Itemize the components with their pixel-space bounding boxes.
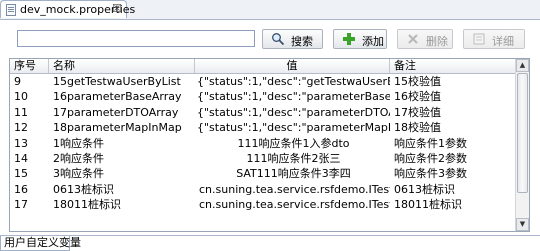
cell-value: {"status":1,"desc":"parameterMapInMap{\"… (197, 121, 390, 135)
cell-name: 16parameterBaseArray (53, 90, 182, 104)
search-button[interactable]: 搜索 (262, 29, 323, 49)
scroll-down-arrow-icon[interactable]: ▼ (516, 218, 529, 231)
cell-remark: 18011桩标识 (394, 198, 462, 212)
cell-name: 0613桩标识 (53, 182, 114, 196)
cell-name: 2响应条件 (53, 151, 104, 165)
cell-remark: 响应条件2参数 (394, 151, 467, 165)
cell-seq: 9 (14, 75, 21, 88)
scroll-up-arrow-icon[interactable]: ▲ (516, 59, 529, 72)
cell-seq: 14 (14, 151, 28, 165)
tab-user-variables[interactable]: 用户自定义变量 (0, 236, 81, 251)
cell-seq: 10 (14, 90, 28, 104)
detail-button-label: 详细 (492, 35, 514, 48)
red-x-icon (408, 34, 418, 44)
cell-remark: 17校验值 (394, 105, 441, 119)
detail-button[interactable]: 详细 (463, 29, 525, 49)
table-row[interactable]: 11 17parameterDTOArray {"status":1,"desc… (10, 105, 517, 120)
search-button-label: 搜索 (291, 35, 313, 48)
delete-button-label: 删除 (426, 35, 448, 48)
editor-tab-strip: dev_mock.properties ☒ (0, 0, 540, 20)
cell-value: 111响应条件1入参dto (237, 136, 350, 150)
header-name[interactable]: 名称 (49, 59, 195, 73)
bottom-tab-divider (0, 235, 540, 236)
table-body: 9 15getTestwaUserByList {"status":1,"des… (10, 74, 517, 213)
cell-seq: 15 (14, 167, 28, 181)
header-value[interactable]: 值 (195, 59, 390, 73)
table-row[interactable]: 17 18011桩标识 cn.suning.tea.service.rsfdem… (10, 197, 517, 212)
add-button-label: 添加 (362, 35, 384, 48)
table-row[interactable]: 10 16parameterBaseArray {"status":1,"des… (10, 89, 517, 104)
cell-value: SAT111响应条件3李四 (236, 167, 351, 181)
cell-value: cn.suning.tea.service.rsfdemo.ITestwaRsf… (199, 198, 390, 212)
cell-seq: 16 (14, 182, 28, 196)
green-plus-icon (343, 33, 355, 45)
cell-value: {"status":1,"desc":"parameterBaseArray[\… (197, 90, 390, 104)
cell-value: 111响应条件2张三 (246, 151, 341, 165)
table-row[interactable]: 14 2响应条件 111响应条件2张三 响应条件2参数 (10, 151, 517, 166)
cell-seq: 17 (14, 198, 28, 212)
header-remark[interactable]: 备注 (390, 59, 517, 73)
table-header: 序号 名称 值 备注 (10, 59, 517, 74)
vertical-scrollbar[interactable]: ▲ ▼ (515, 59, 529, 231)
cell-name: 1响应条件 (53, 136, 104, 150)
editor-tab-dev-mock[interactable]: dev_mock.properties ☒ (0, 0, 135, 18)
cell-remark: 响应条件1参数 (394, 136, 467, 150)
header-seq[interactable]: 序号 (10, 59, 49, 73)
magnifier-icon (272, 33, 285, 46)
cell-value: {"status":1,"desc":"getTestwaUserByList1… (197, 75, 390, 88)
cell-seq: 11 (14, 105, 28, 119)
delete-button[interactable]: 删除 (397, 29, 453, 49)
cell-remark: 0613桩标识 (394, 182, 455, 196)
detail-icon (473, 33, 485, 45)
add-button[interactable]: 添加 (333, 29, 387, 49)
cell-remark: 响应条件3参数 (394, 167, 467, 181)
close-icon[interactable]: ☒ (112, 2, 122, 15)
cell-name: 17parameterDTOArray (53, 105, 179, 119)
file-icon (6, 4, 16, 16)
scrollbar-thumb[interactable] (517, 73, 528, 193)
cell-name: 15getTestwaUserByList (53, 75, 181, 88)
cell-name: 18parameterMapInMap (53, 121, 182, 135)
cell-name: 18011桩标识 (53, 198, 121, 212)
table-row[interactable]: 12 18parameterMapInMap {"status":1,"desc… (10, 120, 517, 135)
cell-seq: 12 (14, 121, 28, 135)
cell-name: 3响应条件 (53, 167, 104, 181)
cell-remark: 15校验值 (394, 75, 441, 88)
cell-value: {"status":1,"desc":"parameterDTOArray[[\… (197, 105, 390, 119)
table-row[interactable]: 9 15getTestwaUserByList {"status":1,"des… (10, 74, 517, 89)
table-row[interactable]: 16 0613桩标识 cn.suning.tea.service.rsfdemo… (10, 182, 517, 197)
cell-remark: 16校验值 (394, 90, 441, 104)
search-input[interactable] (17, 30, 255, 47)
properties-table: 序号 名称 值 备注 9 15getTestwaUserByList {"sta… (9, 58, 530, 232)
cell-seq: 13 (14, 136, 28, 150)
cell-remark: 18校验值 (394, 121, 441, 135)
cell-value: cn.suning.tea.service.rsfdemo.ITestwaRsf… (199, 182, 390, 196)
table-row[interactable]: 15 3响应条件 SAT111响应条件3李四 响应条件3参数 (10, 166, 517, 181)
table-row[interactable]: 13 1响应条件 111响应条件1入参dto 响应条件1参数 (10, 136, 517, 151)
